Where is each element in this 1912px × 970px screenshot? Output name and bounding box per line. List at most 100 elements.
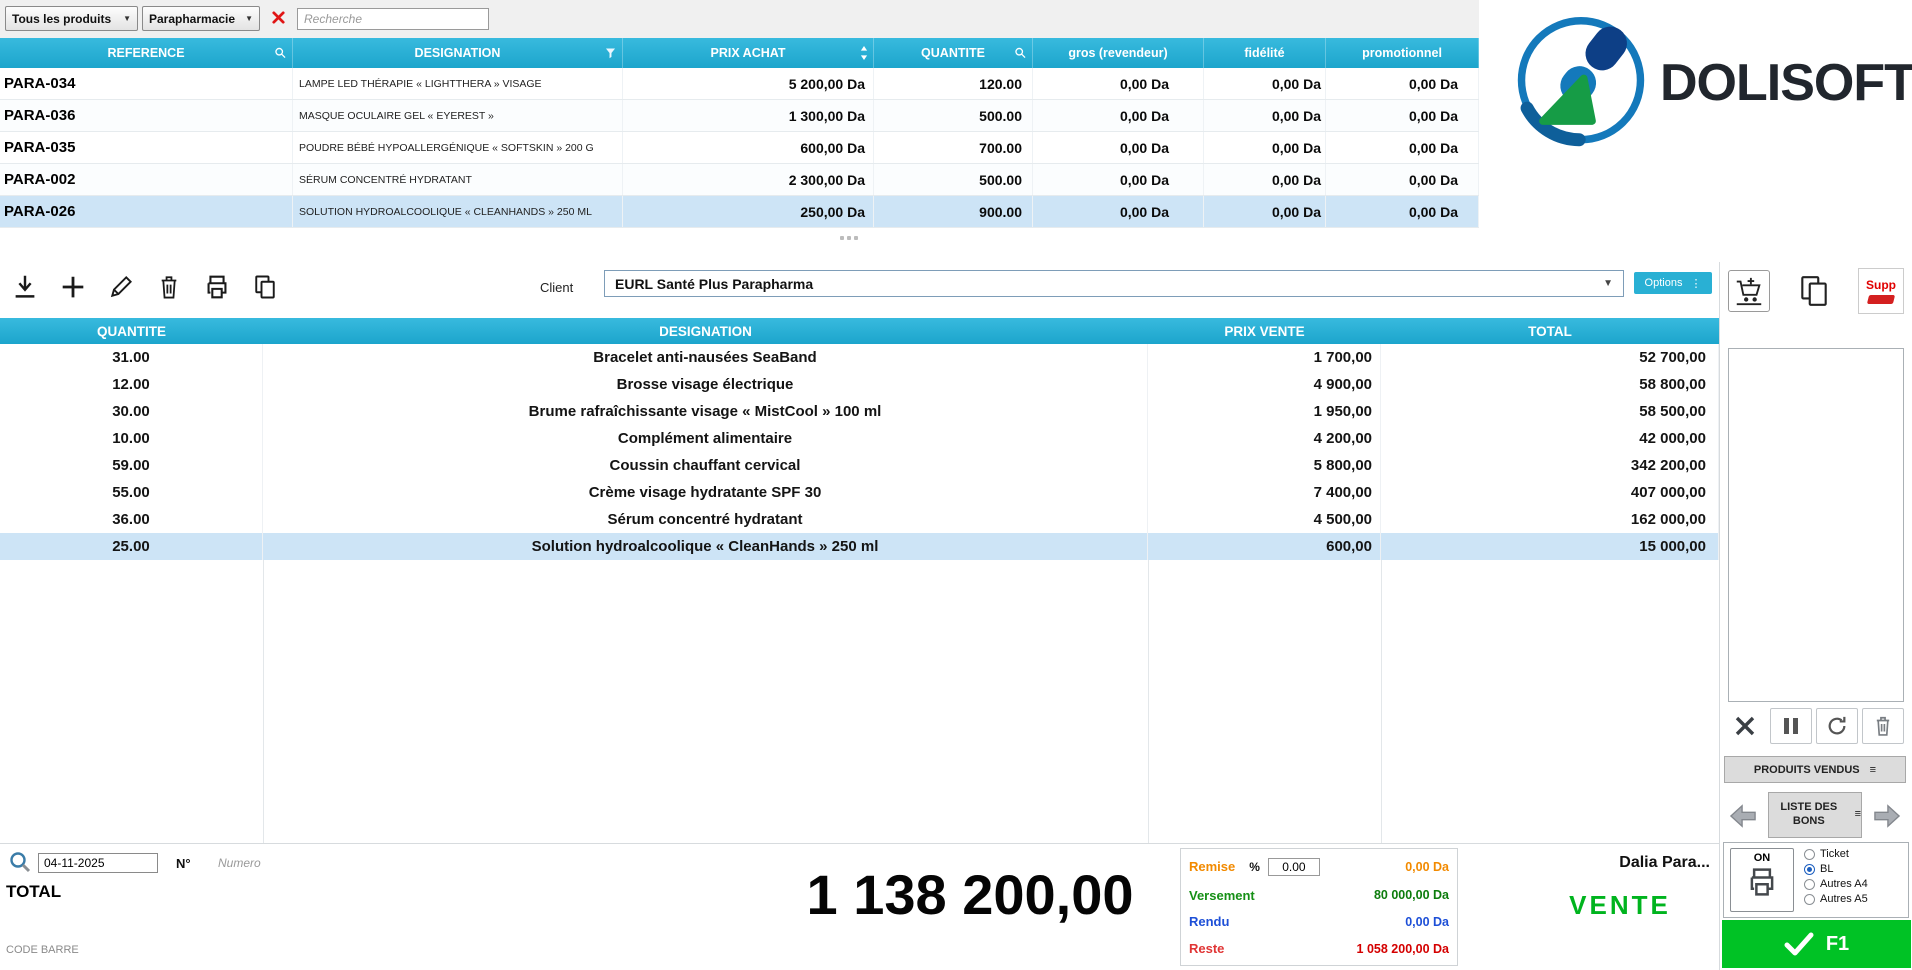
product-row-cell-designation: SÉRUM CONCENTRÉ HYDRATANT [293,164,623,195]
produits-vendus-button[interactable]: PRODUITS VENDUS ≡ [1724,756,1906,783]
sale-row[interactable]: 25.00Solution hydroalcoolique « CleanHan… [0,533,1719,560]
supp-red-icon [1867,295,1895,304]
column-header-fidelite[interactable]: fidélité [1204,38,1326,68]
radio-icon [1804,879,1815,890]
product-row[interactable]: PARA-034LAMPE LED THÉRAPIE « LIGHTTHERA … [0,68,1479,100]
sale-row[interactable]: 31.00Bracelet anti-nausées SeaBand1 700,… [0,344,1719,371]
reste-value: 1 058 200,00 Da [1357,942,1449,956]
radio-icon [1804,849,1815,860]
product-row-cell-designation: LAMPE LED THÉRAPIE « LIGHTTHERA » VISAGE [293,68,623,99]
supp-button[interactable]: Supp [1858,268,1904,314]
refresh-button[interactable] [1816,708,1858,744]
sale-row[interactable]: 10.00Complément alimentaire4 200,0042 00… [0,425,1719,452]
product-filter-dropdown[interactable]: Tous les produits ▼ [5,6,138,31]
sort-arrows-icon[interactable] [860,46,868,60]
hold-ticket-button[interactable] [1770,708,1812,744]
column-header-label: QUANTITE [921,46,985,60]
print-button[interactable] [198,266,236,308]
sale-row-cell-quantite: 59.00 [0,452,263,479]
add-button[interactable] [54,266,92,308]
product-row-cell-quantite: 500.00 [874,164,1033,195]
cart-plus-icon [1733,275,1765,307]
client-dropdown[interactable]: EURL Santé Plus Parapharma ▼ [604,270,1624,297]
sale-row[interactable]: 55.00Crème visage hydratante SPF 307 400… [0,479,1719,506]
column-header-quantite[interactable]: QUANTITE [874,38,1033,68]
delete-button[interactable] [150,266,188,308]
search-icon[interactable] [274,47,287,60]
import-button[interactable] [6,266,44,308]
sale-table-body: 31.00Bracelet anti-nausées SeaBand1 700,… [0,344,1719,843]
download-icon [10,272,40,302]
column-header-label: DESIGNATION [415,46,501,60]
category-filter-dropdown[interactable]: Parapharmacie ▼ [142,6,260,31]
print-option-autres-a4[interactable]: Autres A4 [1804,878,1868,890]
search-ticket-icon[interactable] [8,850,32,879]
product-row[interactable]: PARA-002SÉRUM CONCENTRÉ HYDRATANT2 300,0… [0,164,1479,196]
column-header-promotionnel[interactable]: promotionnel [1326,38,1479,68]
sale-column-designation[interactable]: DESIGNATION [263,318,1148,344]
client-dropdown-value: EURL Santé Plus Parapharma [615,276,813,292]
sale-column-total[interactable]: TOTAL [1381,318,1719,344]
clear-ticket-button[interactable] [1862,708,1904,744]
date-input[interactable] [38,853,158,873]
product-row-cell-designation: MASQUE OCULAIRE GEL « EYEREST » [293,100,623,131]
cancel-ticket-button[interactable] [1724,708,1766,744]
next-bon-button[interactable] [1866,798,1908,834]
copy-ticket-button[interactable] [1794,272,1834,312]
search-icon[interactable] [1014,47,1027,60]
category-filter-value: Parapharmacie [149,12,235,26]
x-icon [1733,714,1757,738]
column-header-reference[interactable]: REFERENCE [0,38,293,68]
sale-column-prix-vente[interactable]: PRIX VENTE [1148,318,1381,344]
toolbar-icons [6,266,284,308]
sale-row[interactable]: 36.00Sérum concentré hydratant4 500,0016… [0,506,1719,533]
validate-f1-button[interactable]: F1 [1722,920,1911,968]
liste-des-bons-button[interactable]: LISTE DES BONS ≡ [1768,792,1862,838]
edit-button[interactable] [102,266,140,308]
column-header-label: PRIX ACHAT [711,46,786,60]
product-row[interactable]: PARA-036MASQUE OCULAIRE GEL « EYEREST »1… [0,100,1479,132]
duplicate-button[interactable] [246,266,284,308]
print-options: Ticket BL Autres A4 Autres A5 [1804,848,1868,905]
sale-row[interactable]: 59.00Coussin chauffant cervical5 800,003… [0,452,1719,479]
percent-label: % [1249,860,1260,874]
add-to-cart-button[interactable] [1728,270,1770,312]
splitter-grip[interactable] [840,236,858,240]
numero-input[interactable] [218,853,348,873]
options-button[interactable]: Options ⋮ [1634,272,1712,294]
column-header-label: promotionnel [1362,46,1442,60]
sale-row-cell-total: 15 000,00 [1381,533,1719,560]
product-row-cell-fidelite: 0,00 Da [1204,132,1326,163]
product-row[interactable]: PARA-026SOLUTION HYDROALCOOLIQUE « CLEAN… [0,196,1479,228]
sale-column-quantite[interactable]: QUANTITE [0,318,263,344]
filter-funnel-icon[interactable] [604,47,617,60]
column-header-gros[interactable]: gros (revendeur) [1033,38,1204,68]
print-option-autres-a5[interactable]: Autres A5 [1804,893,1868,905]
sale-row-cell-prix_vente: 1 950,00 [1148,398,1381,425]
sale-row-cell-designation: Brume rafraîchissante visage « MistCool … [263,398,1148,425]
remise-value: 0,00 Da [1405,860,1449,874]
sale-row[interactable]: 30.00Brume rafraîchissante visage « Mist… [0,398,1719,425]
product-table-header: REFERENCE DESIGNATION PRIX ACHAT QUANTIT… [0,38,1479,68]
product-row[interactable]: PARA-035POUDRE BÉBÉ HYPOALLERGÉNIQUE « S… [0,132,1479,164]
chevron-down-icon: ▼ [245,14,253,23]
sale-row-cell-prix_vente: 7 400,00 [1148,479,1381,506]
ticket-list-panel[interactable] [1728,348,1904,702]
clear-filter-button[interactable] [271,10,286,28]
product-row-cell-prix_achat: 600,00 Da [623,132,874,163]
sale-row-cell-quantite: 31.00 [0,344,263,371]
search-input[interactable] [297,8,489,30]
remise-label: Remise [1189,859,1235,874]
remise-input[interactable] [1268,858,1320,876]
column-header-prix-achat[interactable]: PRIX ACHAT [623,38,874,68]
product-row-cell-gros: 0,00 Da [1033,68,1204,99]
column-header-designation[interactable]: DESIGNATION [293,38,623,68]
product-row-cell-fidelite: 0,00 Da [1204,100,1326,131]
product-row-cell-promotionnel: 0,00 Da [1326,100,1479,131]
sale-row[interactable]: 12.00Brosse visage électrique4 900,0058 … [0,371,1719,398]
kebab-menu-icon: ⋮ [1690,277,1701,290]
previous-bon-button[interactable] [1722,798,1764,834]
print-option-ticket[interactable]: Ticket [1804,848,1868,860]
printer-toggle-button[interactable]: ON [1730,848,1794,912]
print-option-bl[interactable]: BL [1804,863,1868,875]
